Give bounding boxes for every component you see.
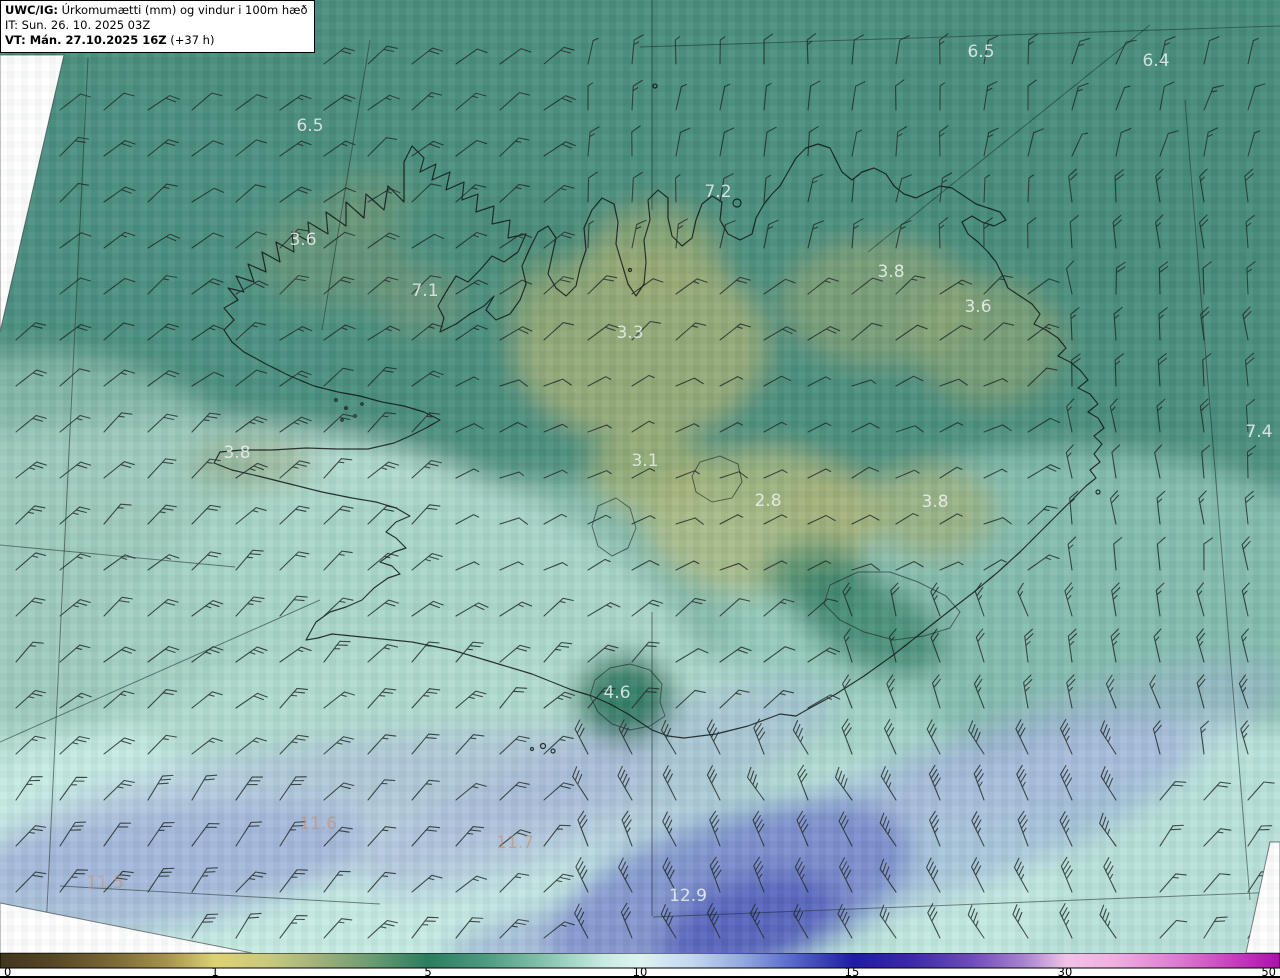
init-time-label: IT: Sun. 26. 10. 2025 03Z <box>5 18 151 33</box>
precip-max-label: 3.8 <box>223 443 250 463</box>
precip-max-label: 3.6 <box>289 230 316 250</box>
precip-max-label: 6.5 <box>296 116 323 136</box>
weather-map: 6.5 6.5 6.4 7.2 3.6 7.1 3.8 3.6 3.3 3.8 3.1 2.8 3.8 7… <box>0 0 1280 953</box>
precip-max-label: 3.3 <box>616 323 643 343</box>
precip-blob <box>760 540 870 610</box>
map-title-box: UWC/IG: Úrkomumætti (mm) og vindur i 100… <box>0 0 315 53</box>
precip-blob <box>872 466 996 558</box>
precip-max-label: 11.6 <box>299 814 337 834</box>
model-id: UWC/IG: <box>5 3 58 17</box>
precip-colorbar: 0 1 5 10 15 30 50 <box>0 953 1280 978</box>
precip-max-label: 3.1 <box>631 451 658 471</box>
precip-max-label: 7.2 <box>704 182 731 202</box>
precip-max-label: 7.1 <box>411 281 438 301</box>
precip-max-label: 3.8 <box>877 262 904 282</box>
precip-max-label: 4.6 <box>603 683 630 703</box>
valid-time-label: VT: Mán. 27.10.2025 16Z (+37 h) <box>5 33 215 48</box>
precip-max-label: 11.7 <box>496 833 534 853</box>
precip-max-label: 3.6 <box>964 297 991 317</box>
precip-max-label: 12.9 <box>669 886 707 906</box>
map-title-line: UWC/IG: Úrkomumætti (mm) og vindur i 100… <box>5 3 308 18</box>
weather-map-screenshot: 6.5 6.5 6.4 7.2 3.6 7.1 3.8 3.6 3.3 3.8 3.1 2.8 3.8 7… <box>0 0 1280 978</box>
precip-max-label: 6.4 <box>1142 51 1169 71</box>
precip-max-label: 7.4 <box>1245 422 1272 442</box>
map-title: Úrkomumætti (mm) og vindur i 100m hæð <box>57 3 308 17</box>
precip-max-label: 11.5 <box>86 873 124 893</box>
precip-max-label: 2.8 <box>754 491 781 511</box>
precip-field <box>0 0 1280 953</box>
precip-max-label: 3.8 <box>921 492 948 512</box>
precip-max-label: 6.5 <box>967 42 994 62</box>
precip-blob <box>505 260 615 340</box>
